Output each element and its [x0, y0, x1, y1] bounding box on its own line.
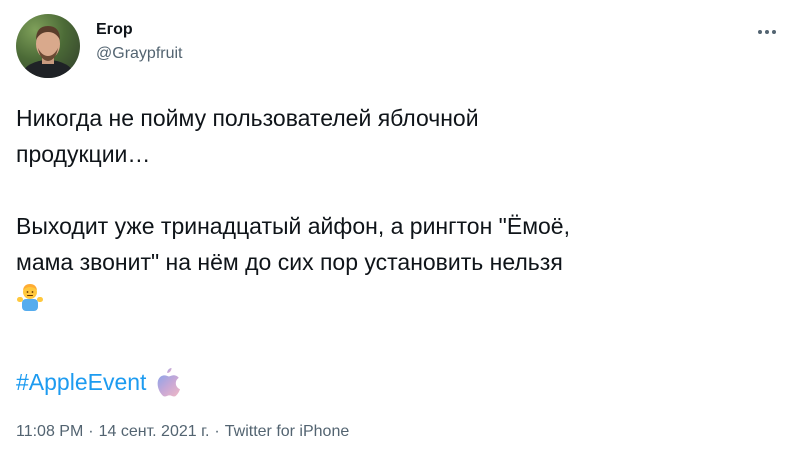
avatar[interactable]: [16, 14, 80, 78]
tweet-card: Егор @Graypfruit Никогда не пойму пользо…: [0, 0, 804, 460]
tweet-source-link[interactable]: Twitter for iPhone: [225, 423, 350, 440]
apple-logo-icon[interactable]: [152, 365, 182, 399]
tweet-text: Никогда не пойму пользователей яблочной …: [16, 100, 786, 316]
tweet-paragraph-1: Никогда не пойму пользователей яблочной …: [16, 100, 786, 172]
man-shrugging-emoji-icon: [16, 282, 44, 312]
tweet-line: Никогда не пойму пользователей яблочной: [16, 105, 479, 131]
more-dot-icon: [758, 30, 762, 34]
meta-separator: ·: [88, 423, 94, 440]
more-dot-icon: [772, 30, 776, 34]
tweet-line: Выходит уже тринадцатый айфон, а рингтон…: [16, 213, 570, 239]
meta-separator: ·: [214, 423, 220, 440]
author-display-name[interactable]: Егор: [96, 20, 182, 40]
more-options-button[interactable]: [752, 20, 782, 44]
hashtag-link[interactable]: #AppleEvent: [16, 364, 146, 400]
tweet-line: продукции…: [16, 141, 151, 167]
more-dot-icon: [765, 30, 769, 34]
author-block: Егор @Graypfruit: [96, 20, 182, 64]
hashtag-line: #AppleEvent: [16, 364, 182, 400]
tweet-paragraph-2: Выходит уже тринадцатый айфон, а рингтон…: [16, 208, 786, 316]
tweet-time[interactable]: 11:08 PM: [16, 423, 83, 440]
tweet-meta: 11:08 PM · 14 сент. 2021 г. · Twitter for iP…: [16, 422, 349, 442]
tweet-date[interactable]: 14 сент. 2021 г.: [99, 423, 210, 440]
author-handle[interactable]: @Graypfruit: [96, 44, 182, 64]
tweet-line: мама звонит" на нём до сих пор установит…: [16, 249, 563, 275]
